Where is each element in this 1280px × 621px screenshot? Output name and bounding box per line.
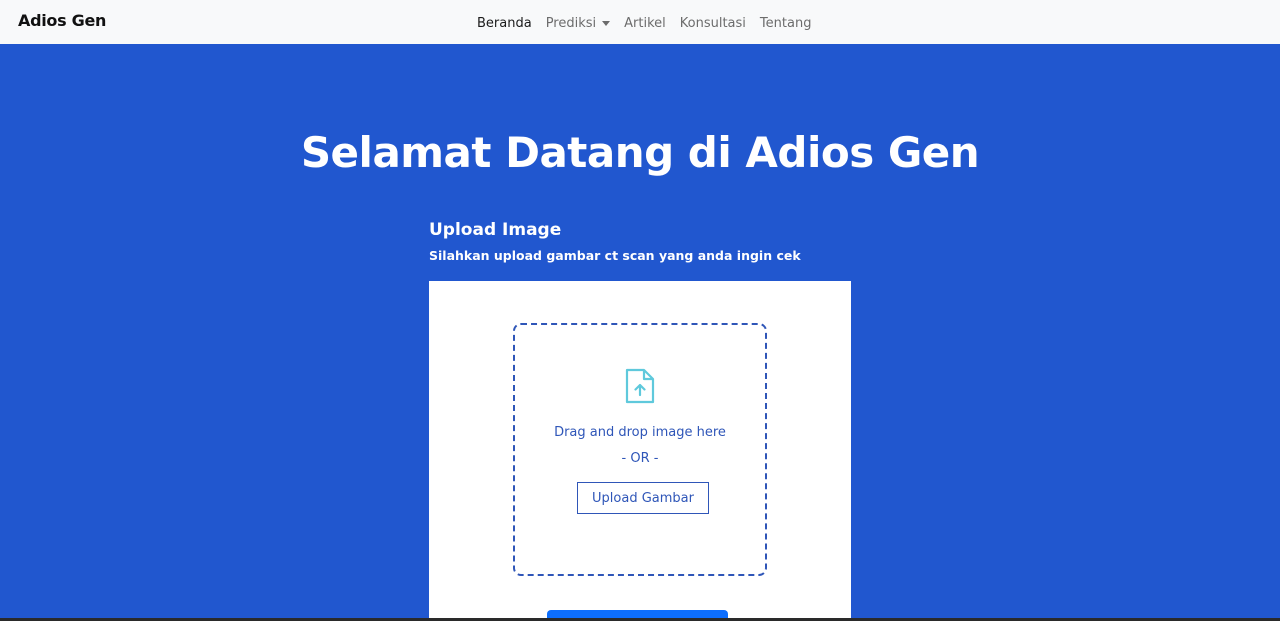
upload-card: Drag and drop image here - OR - Upload G… — [429, 281, 851, 621]
nav-link-label: Konsultasi — [679, 16, 746, 31]
nav-links: Beranda Prediksi Artikel Konsultasi Tent… — [477, 12, 811, 31]
caret-down-icon — [602, 21, 611, 26]
brand-logo[interactable]: Adios Gen — [18, 11, 106, 30]
upload-heading: Upload Image — [429, 220, 562, 240]
nav-link-label: Prediksi — [545, 16, 597, 31]
nav-link-beranda[interactable]: Beranda — [477, 16, 532, 31]
navbar: Adios Gen Beranda Prediksi Artikel Konsu… — [0, 0, 1280, 44]
hero-title: Selamat Datang di Adios Gen — [300, 128, 980, 177]
upload-subtitle: Silahkan upload gambar ct scan yang anda… — [429, 248, 801, 263]
nav-link-label: Tentang — [759, 16, 812, 31]
upload-image-button[interactable]: Upload Gambar — [577, 482, 709, 514]
nav-link-label: Artikel — [624, 16, 666, 31]
dropzone[interactable]: Drag and drop image here - OR - Upload G… — [513, 323, 767, 576]
nav-link-tentang[interactable]: Tentang — [760, 16, 812, 31]
drop-instructions: Drag and drop image here — [554, 425, 726, 440]
file-upload-icon — [625, 368, 655, 404]
nav-link-label: Beranda — [477, 16, 532, 31]
nav-link-konsultasi[interactable]: Konsultasi — [680, 16, 746, 31]
nav-dropdown-prediksi[interactable]: Prediksi — [545, 16, 611, 31]
or-separator: - OR - — [621, 451, 659, 466]
nav-link-artikel[interactable]: Artikel — [624, 16, 666, 31]
